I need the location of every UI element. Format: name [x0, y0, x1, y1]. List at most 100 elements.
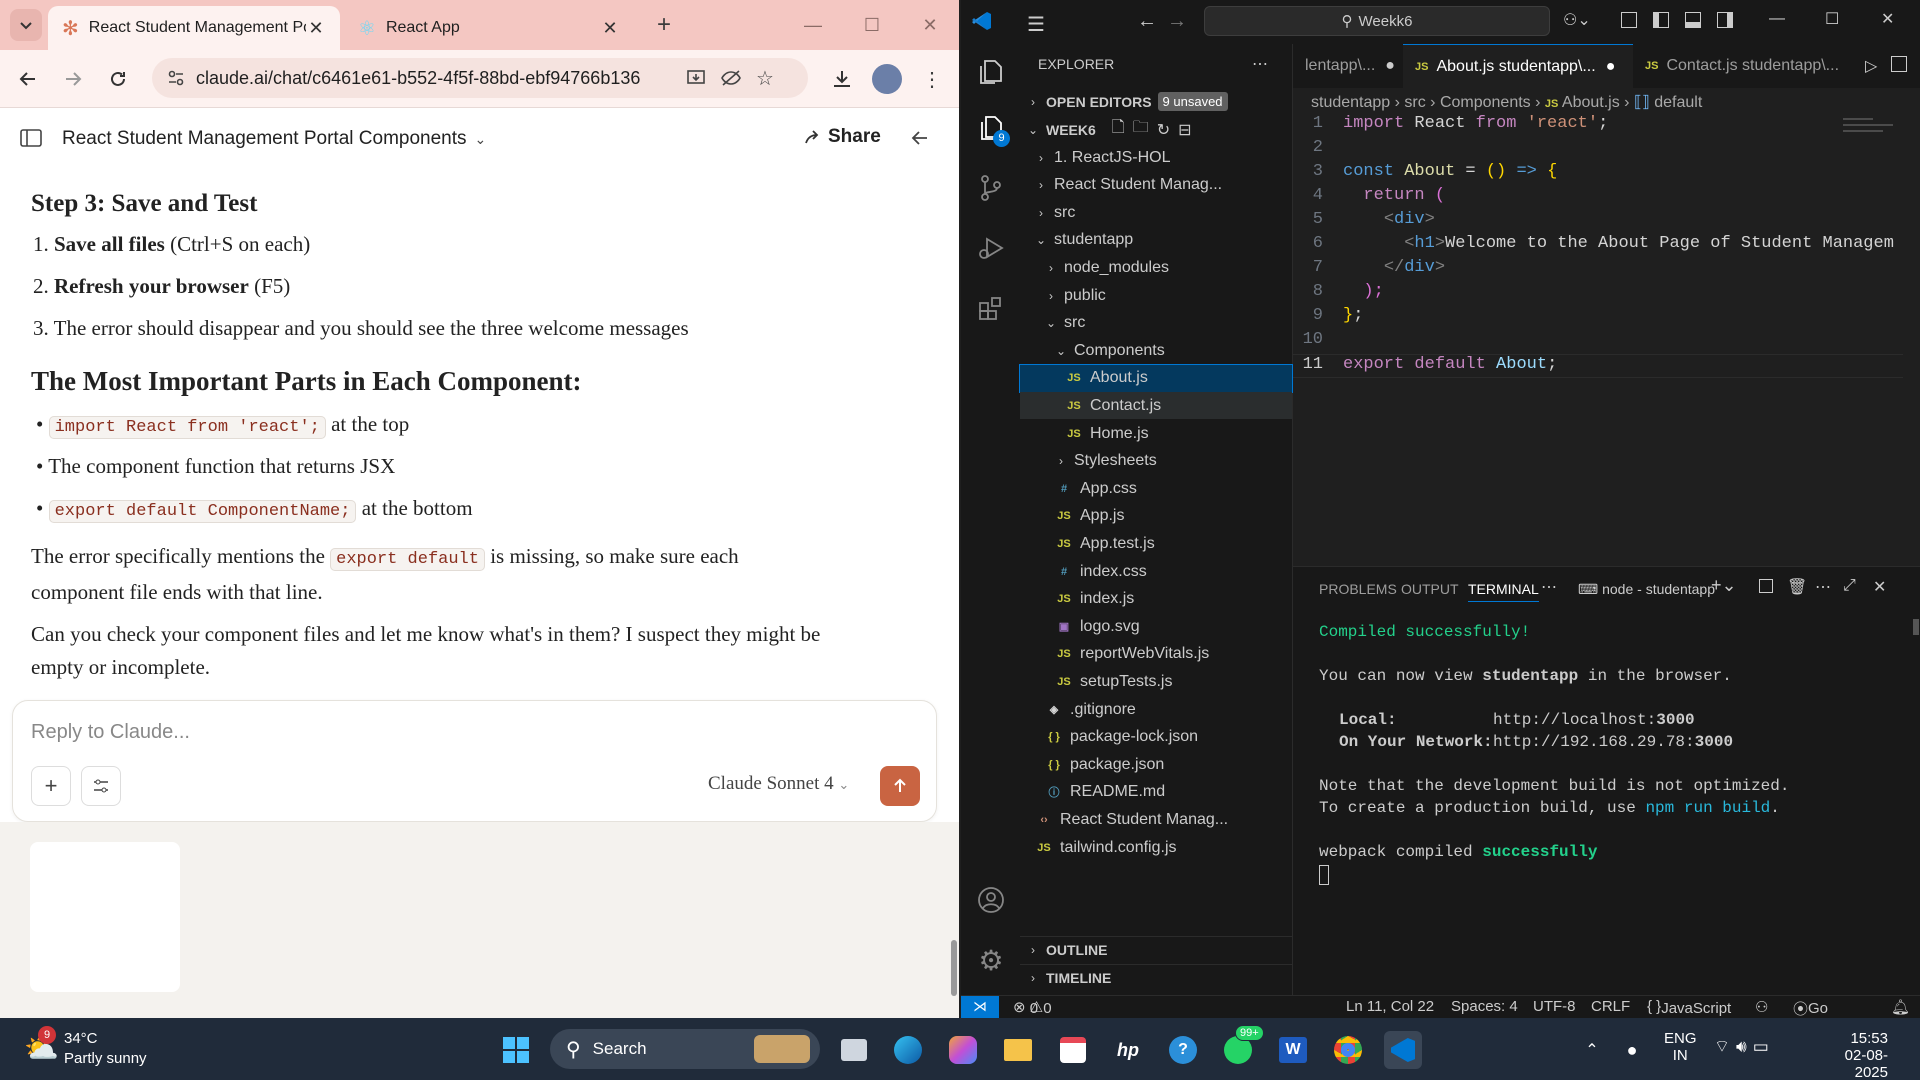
clock[interactable]: 15:53 02-08-2025 — [1812, 1030, 1888, 1080]
vscode-taskbar-icon[interactable] — [1384, 1031, 1422, 1069]
tree-folder[interactable]: › 1. ReactJS-HOL — [1020, 144, 1292, 171]
tab-problems[interactable]: PROBLEMS — [1319, 581, 1397, 597]
address-bar[interactable]: claude.ai/chat/c6461e61-b552-4f5f-88bd-e… — [152, 58, 808, 98]
run-icon[interactable]: ▷ — [1865, 56, 1877, 76]
cursor-position[interactable]: Ln 11, Col 22 — [1346, 998, 1434, 1015]
more-actions-icon[interactable]: ⋯ — [1815, 577, 1831, 597]
language-mode[interactable]: { } JavaScript — [1647, 998, 1731, 1017]
forward-arrow-icon[interactable] — [58, 64, 88, 94]
tree-file[interactable]: JS About.js — [1019, 363, 1293, 393]
tree-file[interactable]: ▣ logo.svg — [1020, 613, 1292, 640]
tree-folder[interactable]: › React Student Manag... — [1020, 172, 1292, 199]
tree-file[interactable]: JS Home.js — [1020, 420, 1292, 447]
tree-file[interactable]: { } package.json — [1020, 751, 1292, 778]
tree-file[interactable]: JS reportWebVitals.js — [1020, 641, 1292, 668]
model-selector[interactable]: Claude Sonnet 4 ⌄ — [708, 773, 849, 795]
reply-box[interactable]: Reply to Claude... + Claude Sonnet 4 ⌄ — [12, 700, 937, 822]
split-editor-icon[interactable] — [1891, 56, 1907, 72]
tree-folder[interactable]: › node_modules — [1020, 254, 1292, 281]
tab-terminal[interactable]: TERMINAL — [1468, 581, 1539, 602]
layout-customize-icon[interactable] — [1621, 12, 1637, 28]
conversation-title[interactable]: React Student Management Portal Componen… — [62, 128, 467, 150]
accounts-icon[interactable] — [971, 880, 1011, 920]
taskbar-search[interactable]: ⚲ Search — [550, 1029, 820, 1069]
tree-file[interactable]: ◈ .gitignore — [1020, 696, 1292, 723]
workspace-section[interactable]: ⌄ WEEK6 🗋 🗀 ↻ ⊟ — [1020, 116, 1292, 143]
outline-section[interactable]: › OUTLINE — [1020, 936, 1292, 963]
settings-gear-icon[interactable]: ⚙ — [971, 940, 1011, 980]
back-arrow-icon[interactable] — [910, 128, 930, 148]
tree-file[interactable]: { } package-lock.json — [1020, 724, 1292, 751]
new-file-icon[interactable]: 🗋 — [1112, 116, 1125, 143]
close-panel-icon[interactable]: ✕ — [1873, 577, 1886, 597]
terminal-instance[interactable]: ⌨ node - studentapp — [1578, 581, 1715, 598]
system-tray[interactable]: ⌔🔊︎▭ — [1714, 1036, 1775, 1057]
timeline-section[interactable]: › TIMELINE — [1020, 964, 1292, 991]
share-button[interactable]: Share — [802, 126, 881, 148]
tree-file[interactable]: JS App.js — [1020, 503, 1292, 530]
whatsapp-icon[interactable]: 99+ — [1219, 1025, 1264, 1069]
more-actions-icon[interactable]: ⋯ — [1252, 54, 1268, 74]
indentation[interactable]: Spaces: 4 — [1451, 998, 1518, 1015]
back-arrow-icon[interactable] — [13, 64, 43, 94]
editor-tab-active[interactable]: JS About.js studentapp\... ● — [1403, 44, 1633, 88]
explorer-files-icon[interactable] — [971, 52, 1011, 92]
send-button[interactable] — [880, 766, 920, 806]
menu-hamburger-icon[interactable]: ☰ — [1027, 12, 1045, 37]
weather-widget[interactable]: ⛅ 9 34°C Partly sunny — [24, 1026, 164, 1072]
editor-tab[interactable]: lentapp\... ● — [1293, 44, 1403, 88]
store-icon[interactable] — [1054, 1031, 1092, 1069]
explorer-icon[interactable]: 9 — [971, 108, 1011, 148]
tree-folder[interactable]: › src — [1020, 199, 1292, 226]
tree-file[interactable]: # index.css — [1020, 558, 1292, 585]
code-editor[interactable]: 1 import React from 'react'; 2 3 const Abo… — [1293, 114, 1920, 566]
back-arrow-icon[interactable]: ← — [1137, 10, 1157, 33]
split-terminal-icon[interactable] — [1759, 579, 1773, 593]
tools-button[interactable] — [81, 766, 121, 806]
editor-tab[interactable]: JS Contact.js studentapp\... — [1633, 44, 1853, 88]
toggle-sidebar-icon[interactable] — [1653, 12, 1669, 28]
tree-file[interactable]: JS setupTests.js — [1020, 668, 1292, 695]
problems-status[interactable]: ⊗ 0 ⚠ 0 — [1013, 998, 1052, 1017]
tree-file[interactable]: JS App.test.js — [1020, 530, 1292, 557]
download-icon[interactable] — [827, 64, 857, 94]
install-app-icon[interactable] — [686, 68, 706, 88]
task-view-icon[interactable] — [835, 1031, 873, 1069]
eye-off-icon[interactable] — [720, 68, 742, 88]
new-tab-button[interactable]: + — [648, 9, 680, 41]
remote-indicator[interactable]: ⋊ — [961, 996, 999, 1019]
file-explorer-icon[interactable] — [999, 1031, 1037, 1069]
minimize-button[interactable]: — — [1769, 10, 1785, 28]
notifications-bell-icon[interactable]: 🔔︎ — [1891, 998, 1910, 1016]
tree-folder[interactable]: › public — [1020, 282, 1292, 309]
source-control-icon[interactable] — [971, 168, 1011, 208]
more-actions-icon[interactable]: ⋯ — [1541, 577, 1557, 597]
bookmark-star-icon[interactable]: ☆ — [756, 66, 774, 91]
tree-file[interactable]: # App.css — [1020, 475, 1292, 502]
minimize-button[interactable]: — — [784, 0, 842, 50]
menu-dots-icon[interactable]: ⋮ — [917, 64, 947, 94]
close-window-button[interactable]: ✕ — [901, 0, 959, 50]
reload-icon[interactable] — [103, 64, 133, 94]
tab-output[interactable]: OUTPUT — [1401, 581, 1459, 597]
site-settings-icon[interactable] — [166, 68, 186, 88]
scrollbar-thumb[interactable] — [1913, 619, 1919, 635]
profile-avatar[interactable] — [872, 64, 902, 94]
browser-tab-react-app[interactable]: ⚛ React App ✕ — [344, 6, 634, 50]
line-ending[interactable]: CRLF — [1591, 998, 1630, 1015]
toggle-secondary-sidebar-icon[interactable] — [1717, 12, 1733, 28]
edge-icon[interactable] — [889, 1031, 927, 1069]
tree-file[interactable]: ‹› React Student Manag... — [1020, 806, 1292, 833]
copilot-icon[interactable] — [944, 1031, 982, 1069]
chrome-icon[interactable] — [1329, 1031, 1367, 1069]
new-folder-icon[interactable]: 🗀 — [1133, 116, 1149, 143]
close-window-button[interactable]: ✕ — [1881, 9, 1894, 29]
close-tab-icon[interactable]: ✕ — [600, 18, 620, 39]
language-indicator[interactable]: ENG IN — [1664, 1030, 1697, 1064]
run-debug-icon[interactable] — [971, 228, 1011, 268]
word-icon[interactable]: W — [1274, 1031, 1312, 1069]
hp-icon[interactable]: hp — [1109, 1031, 1147, 1069]
encoding[interactable]: UTF-8 — [1533, 998, 1576, 1015]
trash-icon[interactable]: 🗑 — [1787, 577, 1807, 597]
sidebar-toggle-icon[interactable] — [20, 128, 42, 148]
